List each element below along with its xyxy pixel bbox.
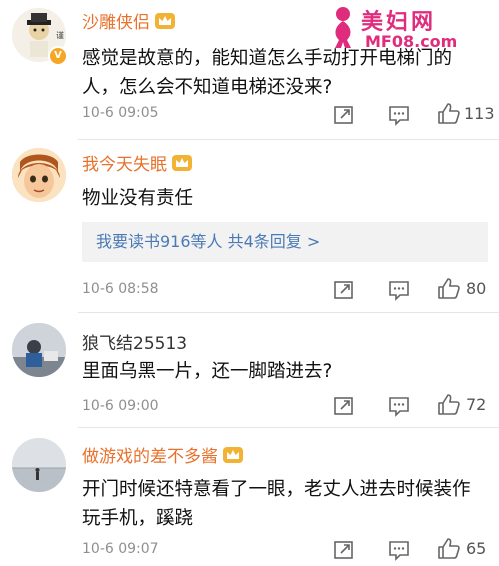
like-icon: [438, 103, 460, 124]
like-count: 72: [466, 395, 487, 414]
crown-badge-icon: [223, 447, 243, 463]
verified-v-icon: V: [48, 46, 68, 66]
comment-text: 物业没有责任: [82, 188, 194, 209]
avatar[interactable]: [12, 438, 66, 492]
share-icon: [334, 281, 353, 299]
like-icon: [438, 278, 460, 299]
like-button[interactable]: [437, 537, 461, 559]
crown-badge-icon: [172, 155, 192, 171]
comment-time: 10-6 08:58: [82, 281, 159, 297]
comment-button[interactable]: [388, 104, 410, 126]
comment-item: 谨 V 沙雕侠侣 感觉是故意的，能知道怎么手动打开电梯门的人，怎么会不知道电梯还…: [0, 0, 499, 140]
author-name-text: 沙雕侠侣: [82, 13, 150, 33]
crown-badge-icon: [155, 13, 175, 29]
comment-text: 感觉是故意的，能知道怎么手动打开电梯门的人，怎么会不知道电梯还没来?: [82, 48, 453, 98]
comment-time: 10-6 09:05: [82, 105, 159, 121]
view-replies-link[interactable]: 我要读书916等人 共4条回复 >: [82, 222, 488, 262]
comment-time: 10-6 09:00: [82, 398, 159, 414]
comment-button[interactable]: [388, 279, 410, 301]
like-button[interactable]: [437, 277, 461, 299]
like-button[interactable]: [437, 393, 461, 415]
comment-button[interactable]: [388, 395, 410, 417]
comment-time: 10-6 09:07: [82, 541, 159, 557]
comment-icon: [389, 281, 409, 301]
author-name-text: 我今天失眠: [82, 155, 167, 175]
comment-author-name[interactable]: 做游戏的差不多酱: [82, 442, 244, 467]
like-button[interactable]: [437, 102, 461, 124]
share-icon: [334, 397, 353, 415]
author-name-text: 狼飞结25513: [82, 334, 188, 354]
comment-icon: [389, 106, 409, 126]
like-icon: [438, 394, 460, 415]
avatar-photo-icon: [12, 323, 66, 377]
share-button[interactable]: [333, 279, 355, 301]
comment-item: 做游戏的差不多酱 开门时候还特意看了一眼，老丈人进去时候装作玩手机，蹊跷 10-…: [0, 428, 499, 566]
share-button[interactable]: [333, 539, 355, 561]
share-icon: [334, 541, 353, 559]
comment-button[interactable]: [388, 539, 410, 561]
share-button[interactable]: [333, 395, 355, 417]
comment-text: 开门时候还特意看了一眼，老丈人进去时候装作玩手机，蹊跷: [82, 479, 471, 529]
comment-icon: [389, 541, 409, 561]
comment-item: 狼飞结25513 里面乌黑一片，还一脚踏进去? 10-6 09:00 72: [0, 313, 499, 428]
avatar[interactable]: [12, 148, 66, 202]
share-button[interactable]: [333, 104, 355, 126]
svg-text:谨: 谨: [56, 30, 64, 40]
comment-author-name[interactable]: 沙雕侠侣: [82, 8, 176, 33]
share-icon: [334, 106, 353, 124]
like-icon: [438, 538, 460, 559]
avatar-cartoon-icon: [12, 148, 66, 202]
avatar[interactable]: [12, 323, 66, 377]
comment-text: 里面乌黑一片，还一脚踏进去?: [82, 361, 333, 382]
like-count: 113: [464, 104, 495, 123]
comment-item: 我今天失眠 物业没有责任 我要读书916等人 共4条回复 > 10-6 08:5…: [0, 140, 499, 313]
avatar-photo-icon: [12, 438, 66, 492]
author-name-text: 做游戏的差不多酱: [82, 447, 218, 467]
comment-author-name[interactable]: 我今天失眠: [82, 150, 193, 175]
like-count: 80: [466, 279, 487, 298]
comment-author-name[interactable]: 狼飞结25513: [82, 329, 187, 354]
comment-icon: [389, 397, 409, 417]
like-count: 65: [466, 539, 487, 558]
